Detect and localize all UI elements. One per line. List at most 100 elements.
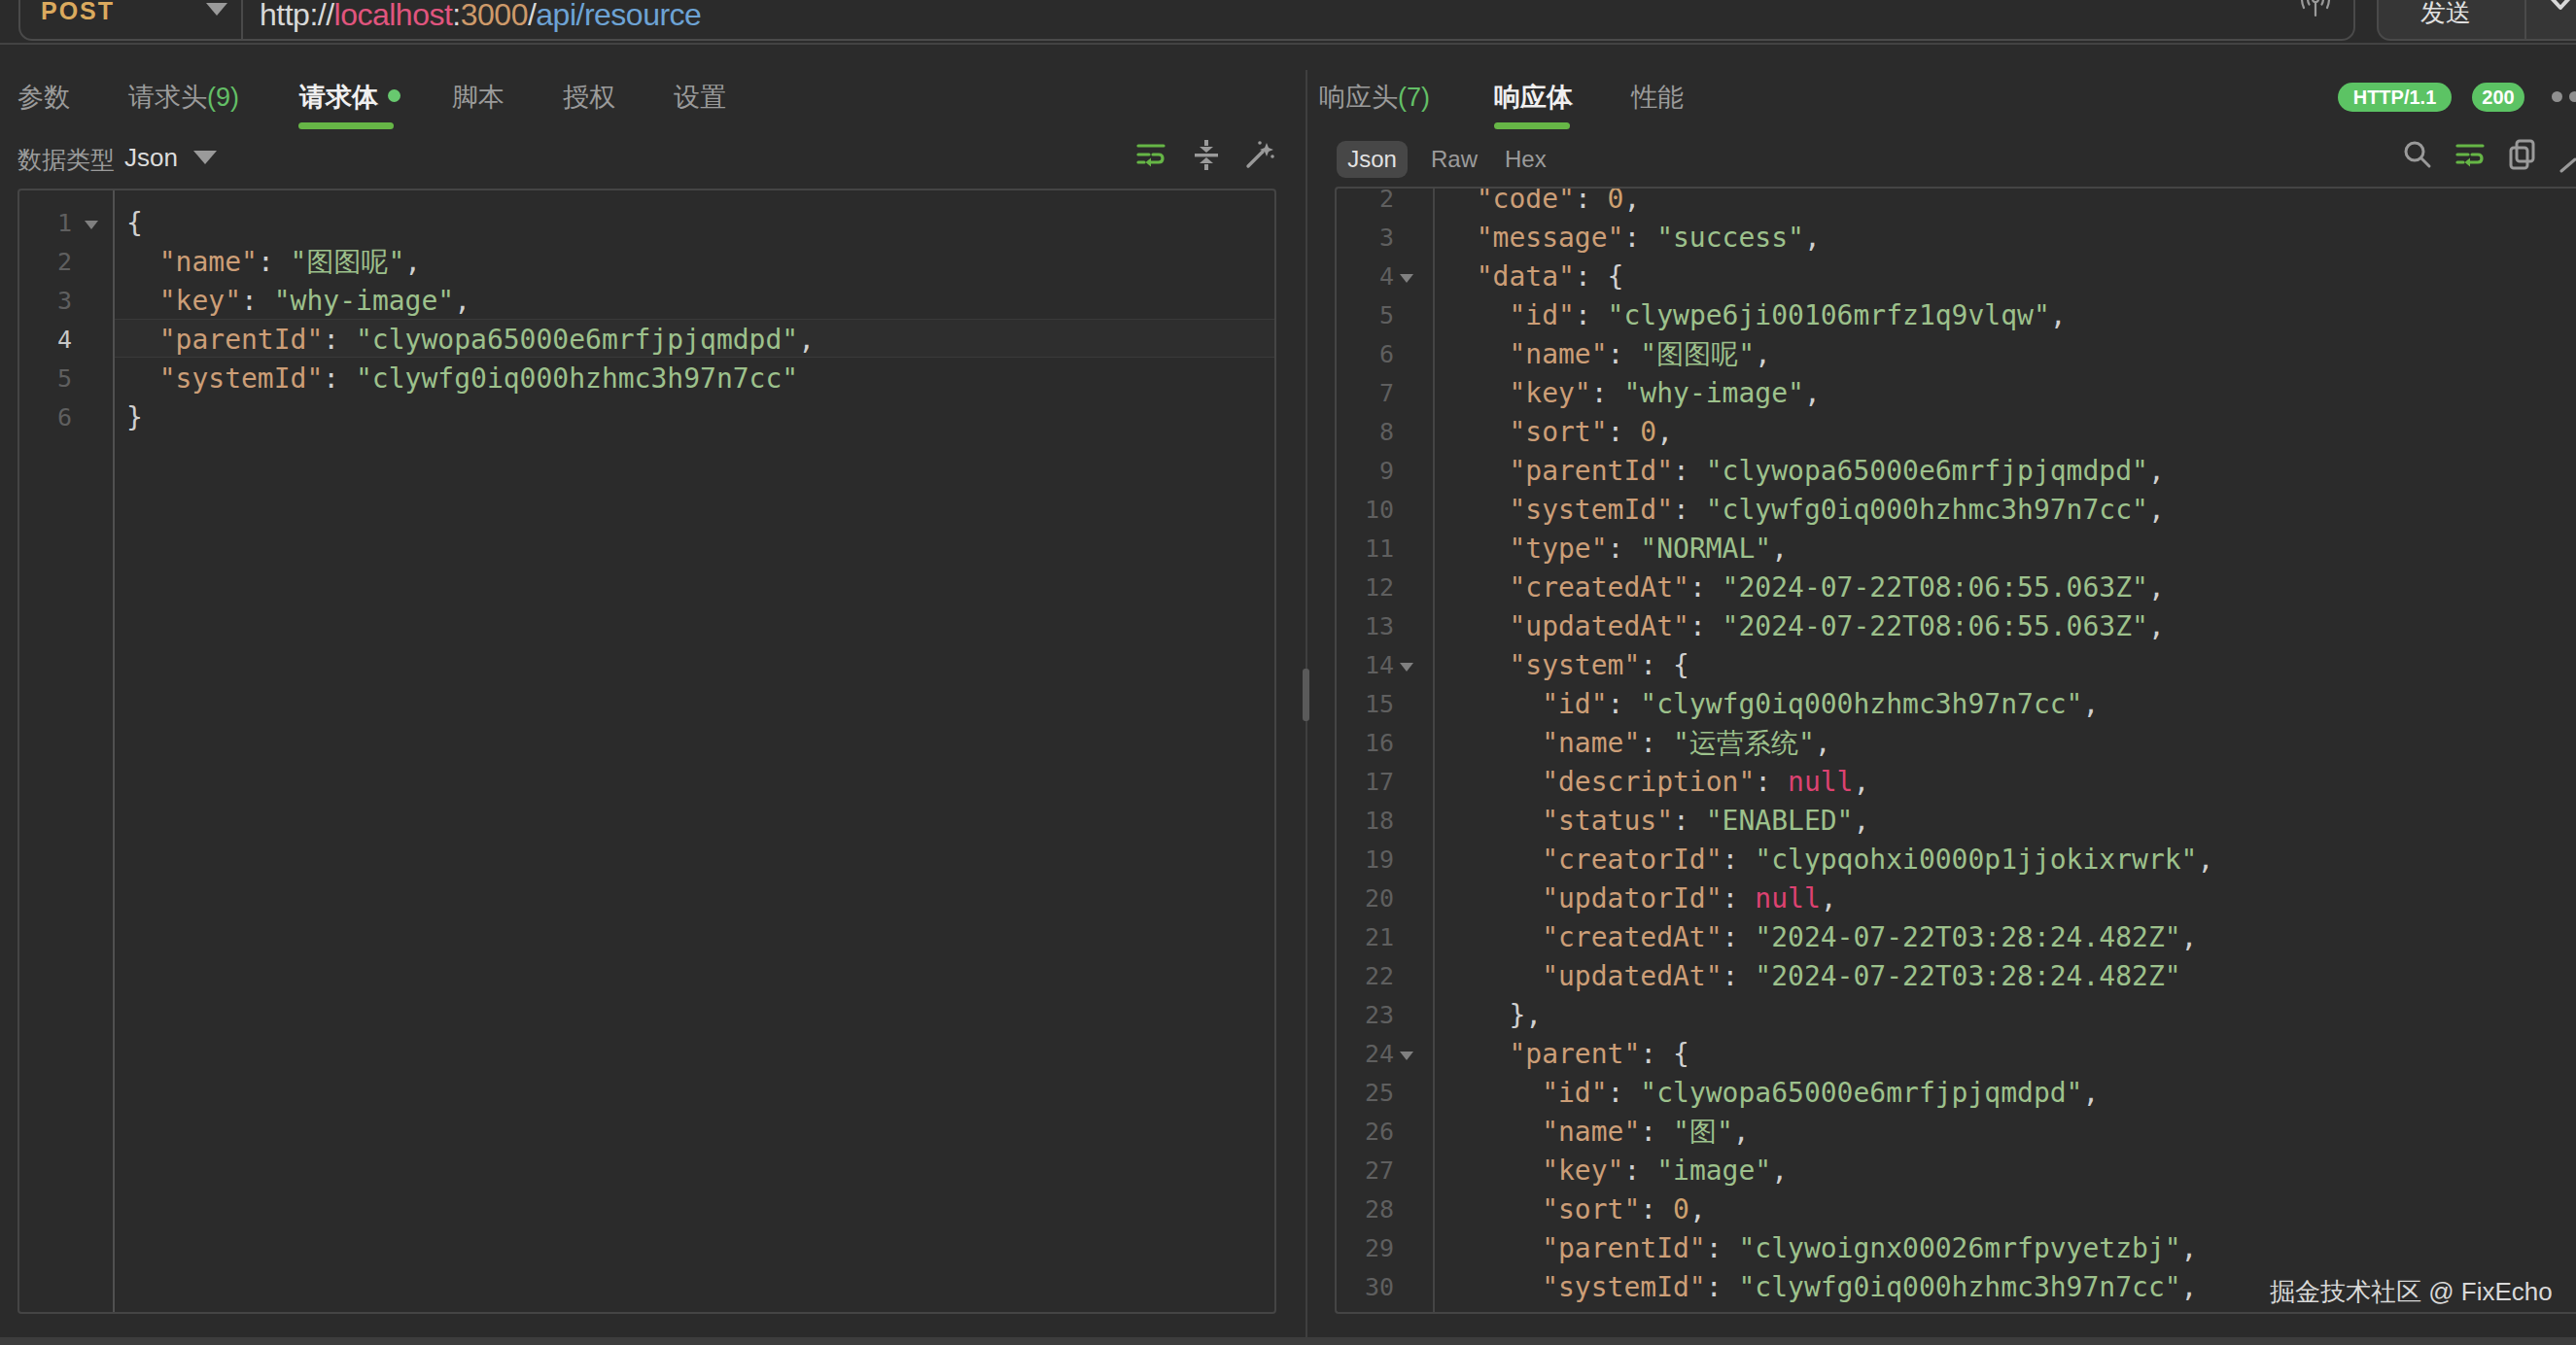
line-number: 9 xyxy=(1337,452,1394,491)
status-code-badge: 200 xyxy=(2472,83,2524,112)
code-line-11[interactable]: 11 "type": "NORMAL", xyxy=(1337,530,2576,569)
code-line-4[interactable]: 4 "parentId": "clywopa65000e6mrfjpjqmdpd… xyxy=(19,321,1274,360)
url-part: localhost xyxy=(334,0,453,32)
view-tab-raw[interactable]: Raw xyxy=(1431,146,1478,173)
broadcast-icon[interactable] xyxy=(2296,0,2335,21)
line-number: 28 xyxy=(1337,1190,1394,1229)
response-active-tab-underline xyxy=(1494,122,1570,129)
partial-icon[interactable] xyxy=(2559,154,2576,177)
code-line-13[interactable]: 13 "updatedAt": "2024-07-22T08:06:55.063… xyxy=(1337,607,2576,646)
code-line-27[interactable]: 27 "key": "image", xyxy=(1337,1152,2576,1190)
code-line-5[interactable]: 5 "id": "clywpe6ji00106mrfz1q9vlqw", xyxy=(1337,296,2576,335)
format-wand-icon[interactable] xyxy=(1244,139,1275,170)
request-tab-3[interactable]: 请求体 xyxy=(299,80,400,115)
request-tab-5[interactable]: 授权 xyxy=(563,80,615,115)
line-number: 14 xyxy=(1337,646,1394,685)
line-number: 5 xyxy=(19,360,72,398)
code-line-4[interactable]: 4 "data": { xyxy=(1337,258,2576,296)
datatype-label: 数据类型 xyxy=(17,144,115,176)
code-line-2[interactable]: 2 "code": 0, xyxy=(1337,187,2576,219)
collapse-icon[interactable] xyxy=(1192,139,1221,170)
request-body-editor[interactable]: 1{2 "name": "图图呢",3 "key": "why-image",4… xyxy=(17,189,1276,1314)
scrollbar-thumb[interactable] xyxy=(1303,669,1309,721)
code-text: "sort": 0, xyxy=(1444,413,1673,452)
code-text: "parent": { xyxy=(1444,1035,1689,1074)
code-line-29[interactable]: 29 "parentId": "clywoignx00026mrfpvyetzb… xyxy=(1337,1229,2576,1268)
method-caret-icon xyxy=(206,3,227,16)
response-word-wrap-icon[interactable] xyxy=(2454,139,2486,170)
code-line-22[interactable]: 22 "updatedAt": "2024-07-22T03:28:24.482… xyxy=(1337,957,2576,996)
word-wrap-icon[interactable] xyxy=(1135,139,1166,170)
line-number: 4 xyxy=(1337,258,1394,296)
code-line-24[interactable]: 24 "parent": { xyxy=(1337,1035,2576,1074)
datatype-select[interactable]: Json xyxy=(124,143,178,173)
code-line-2[interactable]: 2 "name": "图图呢", xyxy=(19,243,1274,282)
method-select[interactable]: POST xyxy=(41,0,115,25)
code-line-5[interactable]: 5 "systemId": "clywfg0iq000hzhmc3h97n7cc… xyxy=(19,360,1274,398)
code-line-17[interactable]: 17 "description": null, xyxy=(1337,763,2576,802)
code-line-15[interactable]: 15 "id": "clywfg0iq000hzhmc3h97n7cc", xyxy=(1337,685,2576,724)
line-number: 22 xyxy=(1337,957,1394,996)
code-line-10[interactable]: 10 "systemId": "clywfg0iq000hzhmc3h97n7c… xyxy=(1337,491,2576,530)
line-number: 19 xyxy=(1337,841,1394,879)
line-number: 18 xyxy=(1337,802,1394,841)
unsaved-dot xyxy=(388,89,400,102)
copy-icon[interactable] xyxy=(2506,138,2539,171)
code-line-26[interactable]: 26 "name": "图", xyxy=(1337,1113,2576,1152)
code-line-23[interactable]: 23 }, xyxy=(1337,996,2576,1035)
api-client-window: POST http://localhost:3000/api/resource … xyxy=(0,0,2576,1345)
code-line-3[interactable]: 3 "key": "why-image", xyxy=(19,282,1274,321)
code-line-16[interactable]: 16 "name": "运营系统", xyxy=(1337,724,2576,763)
code-line-12[interactable]: 12 "createdAt": "2024-07-22T08:06:55.063… xyxy=(1337,569,2576,607)
code-text: "parentId": "clywoignx00026mrfpvyetzbj", xyxy=(1444,1229,2197,1268)
code-line-6[interactable]: 6 "name": "图图呢", xyxy=(1337,335,2576,374)
datatype-caret-icon xyxy=(193,151,217,164)
code-text: "updatorId": null, xyxy=(1444,879,1837,918)
send-split-divider xyxy=(2524,0,2526,39)
code-text: "id": "clywopa65000e6mrfjpjqmdpd", xyxy=(1444,1074,2099,1113)
code-line-18[interactable]: 18 "status": "ENABLED", xyxy=(1337,802,2576,841)
response-tab-2[interactable]: 响应体 xyxy=(1494,80,1573,115)
code-text: "type": "NORMAL", xyxy=(1444,530,1788,569)
code-text: "name": "图图呢", xyxy=(126,243,421,282)
url-input[interactable]: http://localhost:3000/api/resource xyxy=(260,0,701,33)
response-tab-3[interactable]: 性能 xyxy=(1631,80,1684,115)
request-tab-4[interactable]: 脚本 xyxy=(452,80,505,115)
code-text: "systemId": "clywfg0iq000hzhmc3h97n7cc" xyxy=(126,360,798,398)
view-tab-hex[interactable]: Hex xyxy=(1505,146,1547,173)
url-part: 3000 xyxy=(461,0,528,32)
code-line-7[interactable]: 7 "key": "why-image", xyxy=(1337,374,2576,413)
view-tab-json[interactable]: Json xyxy=(1337,141,1408,178)
fold-toggle-icon[interactable] xyxy=(1400,1052,1413,1060)
code-line-20[interactable]: 20 "updatorId": null, xyxy=(1337,879,2576,918)
fold-toggle-icon[interactable] xyxy=(1400,274,1413,283)
code-line-8[interactable]: 8 "sort": 0, xyxy=(1337,413,2576,452)
code-line-9[interactable]: 9 "parentId": "clywopa65000e6mrfjpjqmdpd… xyxy=(1337,452,2576,491)
line-number: 6 xyxy=(19,398,72,437)
code-line-21[interactable]: 21 "createdAt": "2024-07-22T03:28:24.482… xyxy=(1337,918,2576,957)
send-button[interactable] xyxy=(2377,0,2576,41)
code-line-14[interactable]: 14 "system": { xyxy=(1337,646,2576,685)
response-body-editor[interactable]: 2 "code": 0,3 "message": "success",4 "da… xyxy=(1335,187,2576,1314)
code-line-3[interactable]: 3 "message": "success", xyxy=(1337,219,2576,258)
request-tab-6[interactable]: 设置 xyxy=(674,80,726,115)
code-line-28[interactable]: 28 "sort": 0, xyxy=(1337,1190,2576,1229)
fold-toggle-icon[interactable] xyxy=(1400,663,1413,672)
code-line-25[interactable]: 25 "id": "clywopa65000e6mrfjpjqmdpd", xyxy=(1337,1074,2576,1113)
code-text: "system": { xyxy=(1444,646,1689,685)
request-tab-2[interactable]: 请求头(9) xyxy=(128,80,239,115)
watermark: 掘金技术社区 @ FixEcho xyxy=(2270,1275,2553,1309)
search-icon[interactable] xyxy=(2401,138,2434,171)
code-text: "creatorId": "clypqohxi0000p1jjokixrwrk"… xyxy=(1444,841,2213,879)
code-line-19[interactable]: 19 "creatorId": "clypqohxi0000p1jjokixrw… xyxy=(1337,841,2576,879)
fold-toggle-icon[interactable] xyxy=(85,221,98,229)
line-number: 3 xyxy=(19,282,72,321)
code-text: "updatedAt": "2024-07-22T03:28:24.482Z" xyxy=(1444,957,2181,996)
code-text: "key": "why-image", xyxy=(126,282,470,321)
send-options-chevron-icon[interactable] xyxy=(2548,0,2573,14)
code-line-6[interactable]: 6} xyxy=(19,398,1274,437)
line-number: 8 xyxy=(1337,413,1394,452)
code-line-1[interactable]: 1{ xyxy=(19,204,1274,243)
request-tab-1[interactable]: 参数 xyxy=(17,80,70,115)
response-tab-1[interactable]: 响应头(7) xyxy=(1319,80,1430,115)
